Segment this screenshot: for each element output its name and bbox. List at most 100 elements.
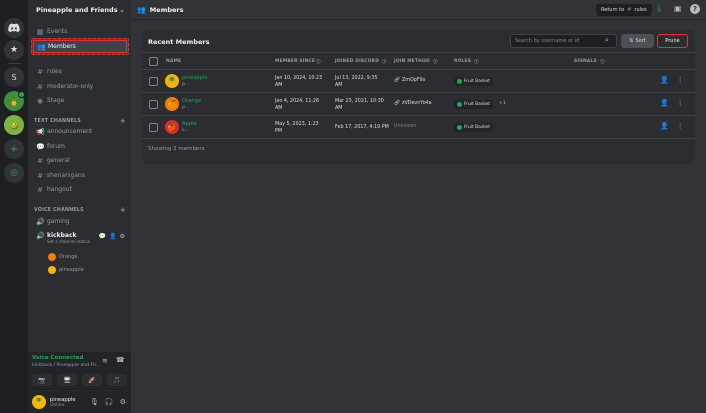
member-avatar[interactable]: 🍍 bbox=[165, 74, 179, 88]
voice-channel-gaming[interactable]: 🔊 gaming bbox=[31, 215, 129, 228]
kickback-actions: 💬 👤 ⚙ bbox=[99, 233, 125, 240]
member-avatar[interactable]: 🍎 bbox=[165, 120, 179, 134]
row-checkbox[interactable] bbox=[149, 123, 158, 132]
col-signals: SIGNALS bbox=[574, 59, 597, 64]
row-actions: 👤 ⋮ bbox=[660, 99, 684, 107]
return-target: rules bbox=[634, 7, 647, 13]
join-method: 🔗 ZmOpF9x bbox=[394, 78, 425, 83]
profile-icon[interactable]: 👤 bbox=[660, 122, 669, 130]
download-icon[interactable]: ⤓ bbox=[657, 4, 661, 14]
user-info[interactable]: pineapple Online bbox=[50, 397, 76, 408]
role-pill[interactable]: Fruit Basket bbox=[454, 77, 493, 86]
nav-events[interactable]: ▦ Events bbox=[31, 26, 129, 37]
select-all-checkbox[interactable] bbox=[149, 57, 158, 66]
server-pineapple-button[interactable]: 🍍 bbox=[4, 91, 25, 111]
role-pill[interactable]: Fruit Basket bbox=[454, 123, 493, 132]
more-options-icon[interactable]: ⋮ bbox=[677, 76, 684, 84]
server-s-button[interactable]: S bbox=[4, 67, 24, 87]
headphones-icon[interactable]: 🎧 bbox=[105, 398, 114, 406]
camera-icon[interactable]: 📷 bbox=[32, 374, 52, 386]
server-kiwi-button[interactable]: 🥝 bbox=[4, 115, 24, 135]
chevron-down-icon: ⌄ bbox=[119, 6, 125, 14]
disconnect-icon[interactable]: ☎ bbox=[116, 356, 125, 364]
soundboard-icon[interactable]: 🎵 bbox=[107, 374, 127, 386]
help-icon[interactable]: ? bbox=[690, 4, 700, 14]
member-name[interactable]: Apple bbox=[182, 121, 197, 127]
signal-icon[interactable]: ≋ bbox=[102, 357, 108, 365]
member-since-line1: Jan 4, 2024, 11:26 bbox=[275, 99, 320, 104]
prune-button[interactable]: Prune bbox=[657, 34, 688, 48]
stage-icon: ◉ bbox=[36, 96, 44, 105]
col-joined-discord[interactable]: JOINED DISCORD bbox=[335, 59, 379, 64]
channel-shenanigans[interactable]: # shenanigans bbox=[31, 169, 129, 182]
kickback-text: kickback Set a channel status bbox=[47, 232, 90, 244]
profile-icon[interactable]: 👤 bbox=[660, 99, 669, 107]
row-actions: 👤 ⋮ bbox=[660, 122, 684, 130]
gear-icon[interactable]: ⚙ bbox=[120, 233, 125, 240]
voice-location[interactable]: kickback / Pineapple and Fri... bbox=[32, 363, 100, 368]
join-method: 🔗 zVDevnYo4a bbox=[394, 101, 432, 106]
table-row[interactable]: 🍍 pineapple p... Jan 10, 2024, 10:23 AM J… bbox=[142, 71, 695, 93]
invite-code: Unknown bbox=[394, 124, 417, 129]
invite-icon[interactable]: 👤 bbox=[109, 233, 116, 240]
category-label: TEXT CHANNELS bbox=[34, 118, 81, 124]
discover-button[interactable]: ◎ bbox=[4, 163, 24, 183]
row-checkbox[interactable] bbox=[149, 77, 158, 86]
col-member-since[interactable]: MEMBER SINCE bbox=[275, 59, 315, 64]
nav-members[interactable]: 👥 Members bbox=[31, 38, 129, 55]
joined-discord-line2: AM bbox=[335, 83, 343, 88]
forum-icon: 💬 bbox=[36, 142, 45, 151]
server-s-label: S bbox=[11, 72, 17, 82]
microphone-icon[interactable]: 🎙 bbox=[90, 398, 99, 406]
more-options-icon[interactable]: ⋮ bbox=[677, 122, 684, 130]
add-channel-icon[interactable]: + bbox=[120, 117, 126, 125]
member-username: p... bbox=[182, 105, 190, 110]
gear-icon[interactable]: ⚙ bbox=[120, 398, 126, 406]
joined-discord-line2: AM bbox=[335, 106, 343, 111]
channel-label: hangout bbox=[47, 186, 72, 193]
channel-general[interactable]: # general bbox=[31, 154, 129, 167]
channel-announcement[interactable]: 📢 announcement bbox=[31, 125, 129, 138]
extra-roles-count[interactable]: +1 bbox=[499, 101, 506, 106]
chat-icon[interactable]: 💬 bbox=[99, 233, 106, 240]
member-since-line2: AM bbox=[275, 83, 283, 88]
member-avatar[interactable]: 🍊 bbox=[165, 97, 179, 111]
guild-header[interactable]: Pineapple and Friends ⌄ bbox=[28, 0, 131, 20]
channel-hangout[interactable]: # hangout bbox=[31, 183, 129, 196]
user-avatar[interactable]: 🍍 bbox=[32, 395, 46, 409]
table-row[interactable]: 🍎 Apple k... May 5, 2023, 1:23 PM Feb 17,… bbox=[142, 117, 695, 139]
starred-button[interactable]: ★ bbox=[4, 40, 24, 60]
member-search-input[interactable] bbox=[510, 34, 617, 48]
voice-connection-panel: Voice Connected kickback / Pineapple and… bbox=[28, 352, 131, 390]
inbox-icon[interactable]: ▣ bbox=[674, 4, 682, 13]
channel-stage[interactable]: ◉ Stage bbox=[31, 94, 129, 107]
member-name[interactable]: Orange bbox=[182, 98, 201, 104]
more-options-icon[interactable]: ⋮ bbox=[677, 99, 684, 107]
voice-channel-kickback[interactable]: 🔊 kickback Set a channel status 💬 👤 ⚙ bbox=[31, 230, 129, 248]
voice-user-orange[interactable]: Orange bbox=[48, 253, 77, 261]
sort-button[interactable]: ⇅ Sort bbox=[621, 34, 654, 48]
row-checkbox[interactable] bbox=[149, 100, 158, 109]
add-channel-icon[interactable]: + bbox=[120, 206, 126, 214]
return-to-channel-button[interactable]: Return to # rules bbox=[596, 4, 652, 16]
activity-icon[interactable]: 🚀 bbox=[82, 374, 102, 386]
joined-discord-line1: Jul 13, 2022, 9:35 bbox=[335, 76, 378, 81]
table-row[interactable]: 🍊 Orange p... Jan 4, 2024, 11:26 AM Mar 2… bbox=[142, 94, 695, 116]
channel-rules[interactable]: # rules bbox=[31, 65, 129, 78]
voice-user-pineapple[interactable]: pineapple bbox=[48, 266, 84, 274]
role-pill[interactable]: Fruit Basket bbox=[454, 100, 493, 109]
member-since: Jan 10, 2024, 10:23 AM bbox=[275, 75, 322, 89]
channel-status[interactable]: Set a channel status bbox=[47, 239, 90, 244]
category-text-channels[interactable]: TEXT CHANNELS + bbox=[34, 117, 126, 125]
channel-forum[interactable]: 💬 forum bbox=[31, 140, 129, 153]
role-color-dot bbox=[457, 79, 462, 84]
screen-share-icon[interactable]: 🖥 bbox=[57, 374, 77, 386]
discord-home-button[interactable] bbox=[4, 18, 24, 38]
channel-moderator-only[interactable]: # moderator-only bbox=[31, 80, 129, 93]
category-voice-channels[interactable]: VOICE CHANNELS + bbox=[34, 206, 126, 214]
member-since: May 5, 2023, 1:23 PM bbox=[275, 121, 319, 135]
profile-icon[interactable]: 👤 bbox=[660, 76, 669, 84]
member-name[interactable]: pineapple bbox=[182, 75, 208, 81]
add-server-button[interactable]: + bbox=[4, 139, 24, 159]
category-label: VOICE CHANNELS bbox=[34, 207, 84, 213]
